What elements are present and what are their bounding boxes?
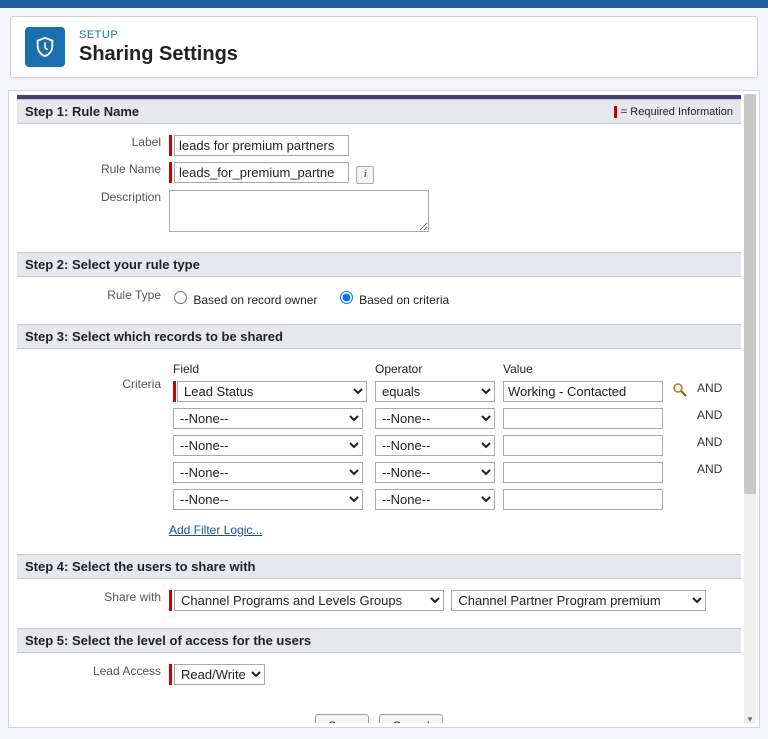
field-select-0[interactable]: Lead Status xyxy=(177,381,367,402)
value-input-0[interactable] xyxy=(503,381,663,402)
scrollbar-thumb[interactable] xyxy=(744,94,756,494)
sharewith-label: Share with xyxy=(27,587,165,614)
step3-title: Step 3: Select which records to be share… xyxy=(25,329,283,344)
button-bar: Save Cancel xyxy=(17,702,741,724)
value-input-2[interactable] xyxy=(503,435,663,456)
criteria-row: --None-- --None-- xyxy=(169,486,726,513)
step5-title: Step 5: Select the level of access for t… xyxy=(25,633,311,648)
and-label xyxy=(693,486,726,513)
field-select-2[interactable]: --None-- xyxy=(173,435,363,456)
step5-header: Step 5: Select the level of access for t… xyxy=(17,628,741,653)
operator-select-2[interactable]: --None-- xyxy=(375,435,495,456)
shield-icon xyxy=(25,27,65,67)
criteria-row: --None-- --None-- AND xyxy=(169,459,726,486)
criteria-row: --None-- --None-- AND xyxy=(169,405,726,432)
step1-title: Step 1: Rule Name xyxy=(25,104,139,119)
sharewith-group-select[interactable]: Channel Partner Program premium xyxy=(451,590,706,611)
value-input-3[interactable] xyxy=(503,462,663,483)
label-field-label: Label xyxy=(27,132,165,159)
ruletype-label: Rule Type xyxy=(27,285,165,310)
step2-title: Step 2: Select your rule type xyxy=(25,257,200,272)
col-value: Value xyxy=(499,360,667,378)
step4-header: Step 4: Select the users to share with xyxy=(17,554,741,579)
label-input[interactable] xyxy=(174,135,349,156)
setup-label: SETUP xyxy=(79,29,238,41)
and-label: AND xyxy=(693,432,726,459)
criteria-row: Lead Status equals AND xyxy=(169,378,726,405)
save-button[interactable]: Save xyxy=(315,714,368,724)
operator-select-0[interactable]: equals xyxy=(375,381,495,402)
and-label: AND xyxy=(693,405,726,432)
sharewith-category-select[interactable]: Channel Programs and Levels Groups xyxy=(174,590,444,611)
required-info-note: = Required Information xyxy=(614,106,733,118)
and-label: AND xyxy=(693,459,726,486)
cancel-button[interactable]: Cancel xyxy=(379,714,442,724)
leadaccess-select[interactable]: Read/Write xyxy=(174,664,265,685)
field-select-1[interactable]: --None-- xyxy=(173,408,363,429)
operator-select-4[interactable]: --None-- xyxy=(375,489,495,510)
step4-title: Step 4: Select the users to share with xyxy=(25,559,255,574)
scroll-down-icon[interactable]: ▾ xyxy=(745,714,755,724)
value-input-1[interactable] xyxy=(503,408,663,429)
step3-header: Step 3: Select which records to be share… xyxy=(17,324,741,349)
description-field-label: Description xyxy=(27,187,165,238)
description-textarea[interactable] xyxy=(169,190,429,232)
scrollbar[interactable]: ▴ ▾ xyxy=(744,94,756,724)
required-bar-icon xyxy=(614,106,617,118)
radio-owner[interactable] xyxy=(174,291,187,304)
info-icon[interactable]: i xyxy=(356,166,374,184)
radio-criteria-label[interactable]: Based on criteria xyxy=(335,293,449,307)
col-field: Field xyxy=(169,360,371,378)
and-label: AND xyxy=(693,378,726,405)
criteria-label: Criteria xyxy=(27,357,165,540)
field-select-4[interactable]: --None-- xyxy=(173,489,363,510)
radio-criteria[interactable] xyxy=(340,291,353,304)
field-select-3[interactable]: --None-- xyxy=(173,462,363,483)
add-filter-logic-link[interactable]: Add Filter Logic... xyxy=(169,523,262,537)
rulename-field-label: Rule Name xyxy=(27,159,165,187)
radio-owner-label[interactable]: Based on record owner xyxy=(169,293,321,307)
page-title: Sharing Settings xyxy=(79,43,238,66)
col-operator: Operator xyxy=(371,360,499,378)
rulename-input[interactable] xyxy=(174,162,349,183)
operator-select-3[interactable]: --None-- xyxy=(375,462,495,483)
value-input-4[interactable] xyxy=(503,489,663,510)
leadaccess-label: Lead Access xyxy=(27,661,165,688)
operator-select-1[interactable]: --None-- xyxy=(375,408,495,429)
step1-header: Step 1: Rule Name = Required Information xyxy=(17,99,741,124)
step2-header: Step 2: Select your rule type xyxy=(17,252,741,277)
lookup-icon[interactable] xyxy=(671,381,689,399)
classic-iframe: ▴ ▾ Step 1: Rule Name = Required Informa… xyxy=(8,90,760,728)
criteria-row: --None-- --None-- AND xyxy=(169,432,726,459)
page-header: SETUP Sharing Settings xyxy=(10,16,758,78)
